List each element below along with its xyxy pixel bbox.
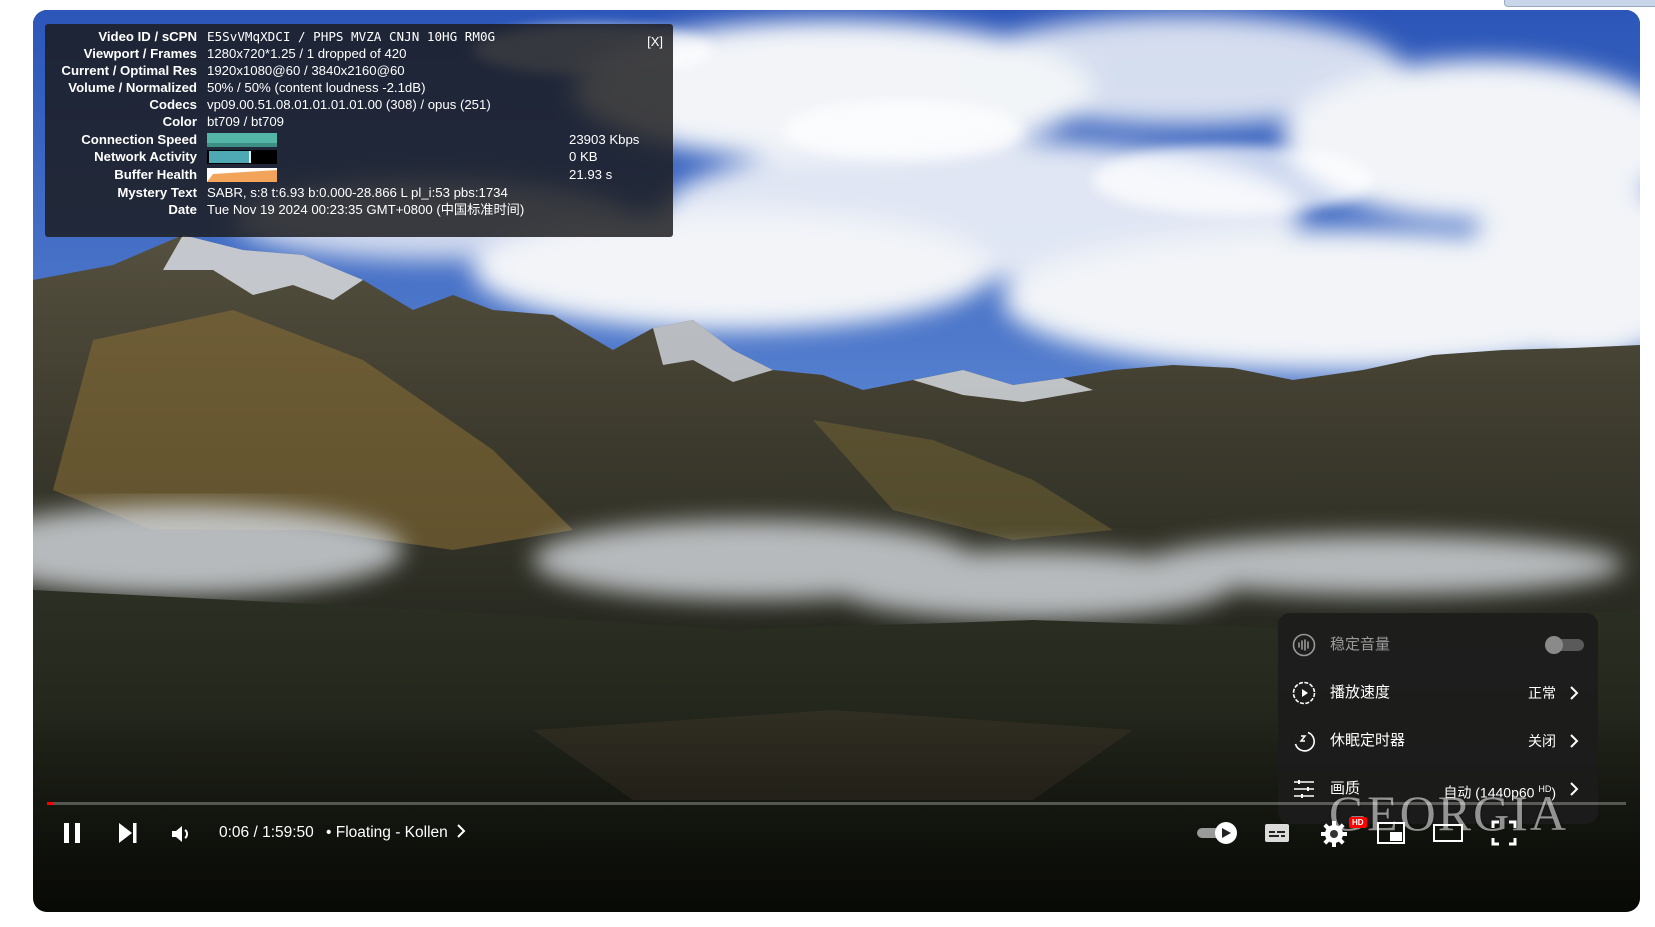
stat-value: 1280x720*1.25 / 1 dropped of 420 (207, 46, 407, 61)
playback-speed-icon (1292, 681, 1316, 705)
stat-label: Volume / Normalized (68, 80, 197, 95)
stat-value: bt709 / bt709 (207, 114, 284, 129)
stats-close-button[interactable]: [X] (647, 34, 663, 49)
chevron-right-icon (457, 824, 466, 838)
stat-value: vp09.00.51.08.01.01.01.01.00 (308) / opu… (207, 97, 491, 112)
stat-value: SABR, s:8 t:6.93 b:0.000-28.866 L pl_i:5… (207, 185, 508, 200)
video-player[interactable]: [X] Video ID / sCPN E5SvVMqXDCI / PHPS M… (33, 10, 1640, 912)
autoplay-toggle-icon[interactable] (1195, 820, 1239, 846)
stat-label: Network Activity (94, 149, 197, 164)
stat-row-network-activity: Network Activity 0 KB (45, 148, 673, 166)
stat-label: Codecs (149, 97, 197, 112)
stats-for-nerds-panel: [X] Video ID / sCPN E5SvVMqXDCI / PHPS M… (45, 24, 673, 237)
volume-icon[interactable] (169, 822, 193, 846)
menu-item-playback-speed[interactable]: 播放速度 正常 (1278, 669, 1598, 717)
stable-volume-icon (1292, 633, 1316, 657)
connection-speed-graph (207, 133, 277, 147)
stat-label: Mystery Text (117, 185, 197, 200)
stat-label: Video ID / sCPN (98, 29, 197, 44)
stat-label: Date (168, 202, 197, 217)
chevron-right-icon (1570, 782, 1579, 796)
stat-value: 50% / 50% (content loudness -2.1dB) (207, 80, 426, 95)
menu-item-stable-volume[interactable]: 稳定音量 (1278, 621, 1598, 669)
chevron-right-icon (1570, 734, 1579, 748)
next-icon[interactable] (115, 820, 141, 846)
quality-icon (1294, 780, 1314, 798)
menu-value: 关闭 (1528, 733, 1556, 749)
sleep-timer-icon (1294, 731, 1315, 752)
chapter-title: Floating - Kollen (335, 824, 448, 841)
menu-label: 稳定音量 (1330, 636, 1391, 653)
theater-mode-icon[interactable] (1432, 820, 1464, 846)
stat-label: Current / Optimal Res (61, 63, 197, 78)
stat-label: Color (162, 114, 197, 129)
chapter-title-button[interactable]: • Floating - Kollen (326, 823, 466, 843)
stat-label: Buffer Health (114, 167, 197, 182)
menu-value: 正常 (1528, 685, 1556, 701)
chevron-right-icon (1570, 686, 1579, 700)
top-right-window-chip (1504, 0, 1655, 7)
pause-icon[interactable] (59, 820, 85, 846)
menu-label: 休眠定时器 (1330, 732, 1406, 749)
stat-label: Connection Speed (81, 132, 197, 147)
stat-value: Tue Nov 19 2024 00:23:35 GMT+0800 (中国标准时… (207, 202, 525, 217)
stat-label: Viewport / Frames (83, 46, 197, 61)
stable-volume-toggle[interactable] (1544, 636, 1584, 654)
network-activity-graph (207, 150, 277, 164)
hd-badge: HD (1349, 817, 1367, 828)
menu-item-sleep-timer[interactable]: 休眠定时器 关闭 (1278, 717, 1598, 765)
stat-value: 0 KB (569, 149, 598, 164)
subtitles-icon[interactable] (1263, 820, 1291, 846)
stat-row-buffer-health: Buffer Health 21.93 s (45, 166, 673, 184)
fullscreen-icon[interactable] (1491, 820, 1517, 846)
chapter-bullet: • (326, 824, 332, 841)
miniplayer-icon[interactable] (1376, 820, 1406, 846)
stat-value: E5SvVMqXDCI / PHPS MVZA CNJN 10HG RM0G (207, 29, 496, 44)
buffer-health-graph (207, 168, 277, 182)
stat-row-connection-speed: Connection Speed 23903 Kbps (45, 131, 673, 149)
menu-label: 播放速度 (1330, 684, 1391, 701)
progress-bar[interactable] (47, 802, 1626, 805)
settings-icon[interactable] (1320, 820, 1348, 848)
progress-played (47, 802, 53, 805)
time-display: 0:06 / 1:59:50 (219, 824, 314, 841)
stat-value: 1920x1080@60 / 3840x2160@60 (207, 63, 405, 78)
stat-value: 23903 Kbps (569, 132, 640, 147)
stat-value: 21.93 s (569, 167, 613, 182)
